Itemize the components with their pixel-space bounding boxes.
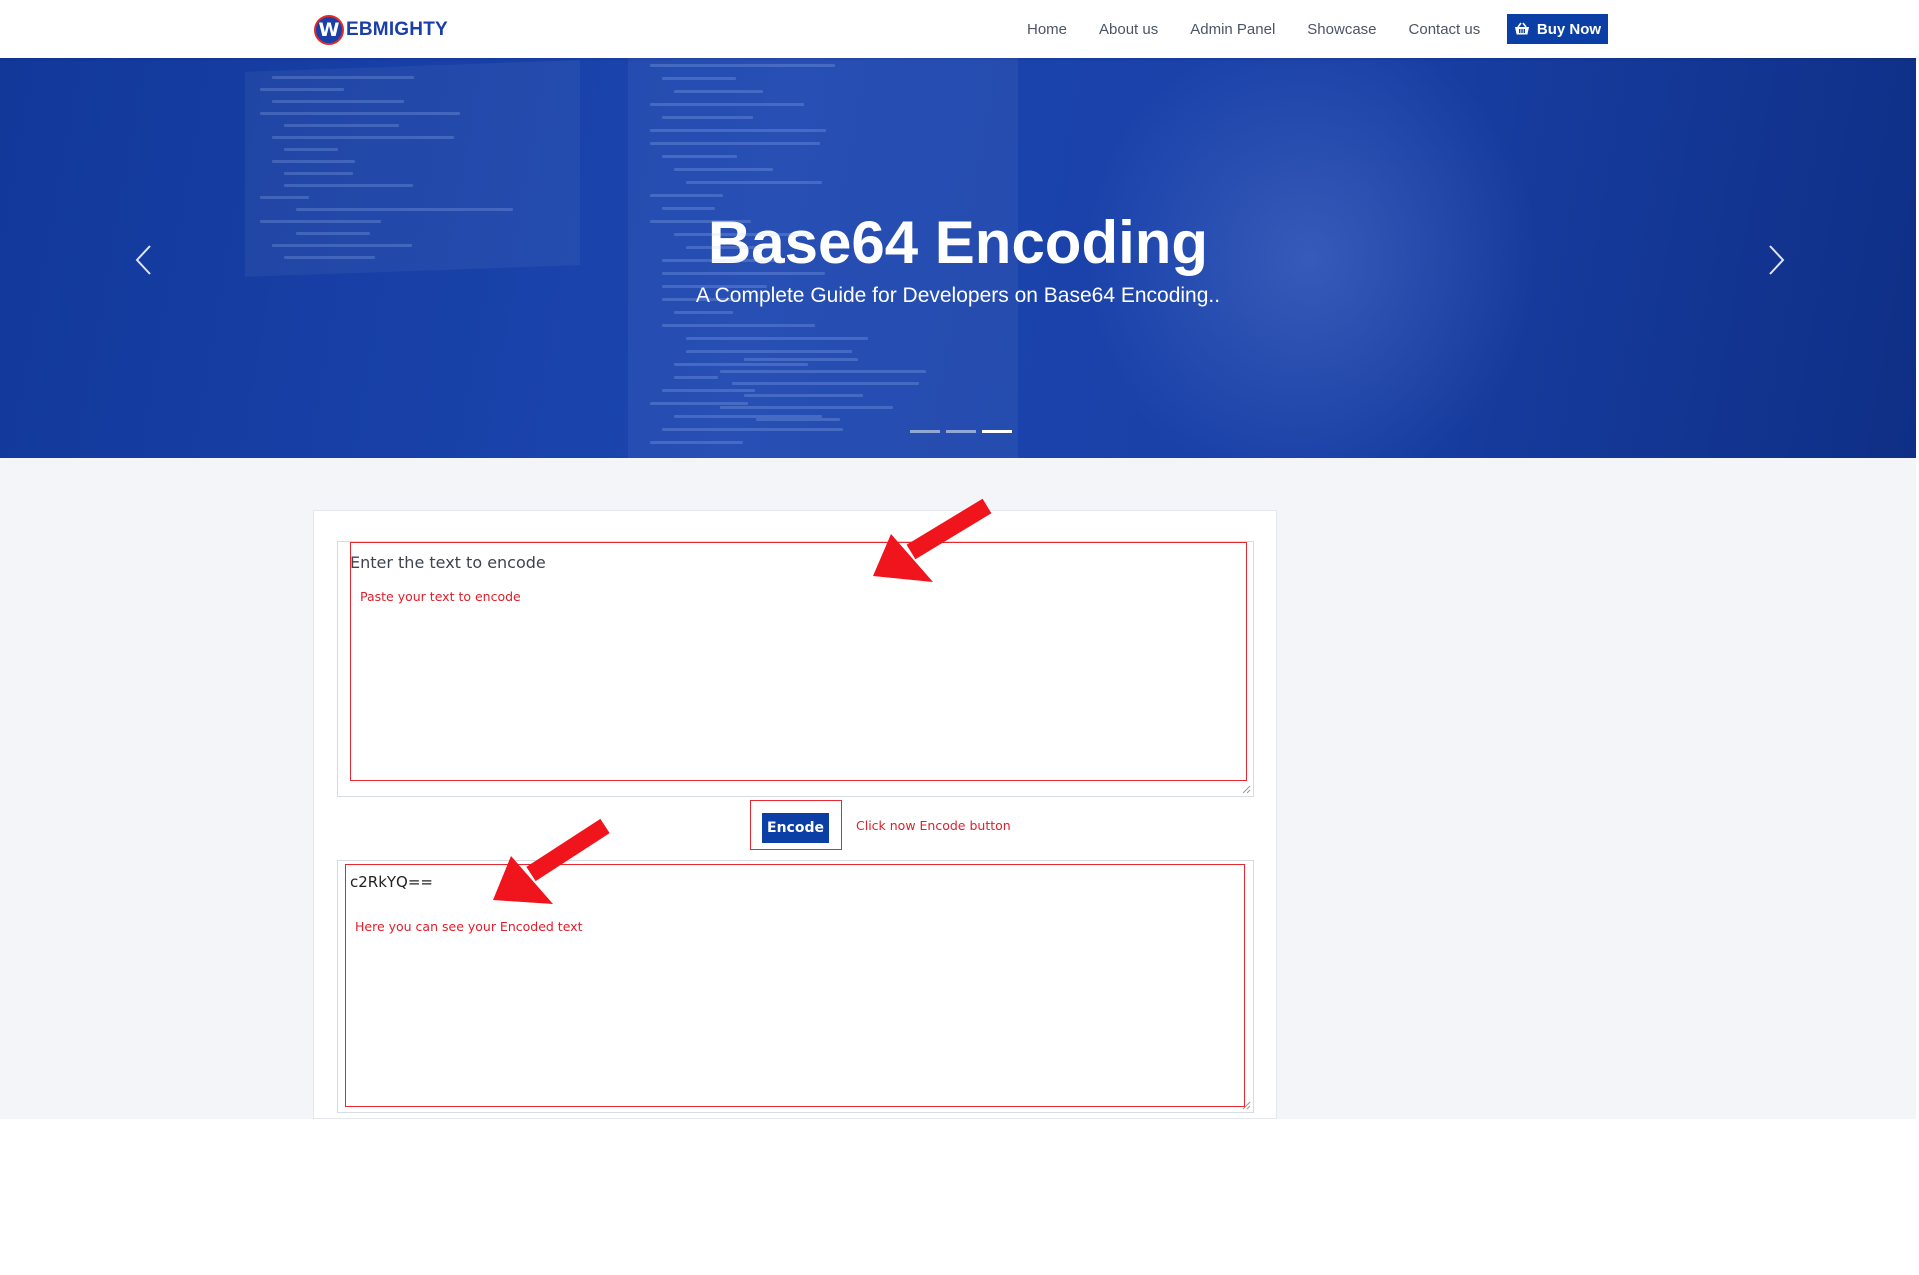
code-line [284,184,413,187]
code-line [260,112,460,115]
code-line [720,370,927,373]
code-line [662,155,737,158]
nav-links: Home About us Admin Panel Showcase Conta… [1027,14,1512,44]
code-line [756,418,841,421]
code-line [272,160,355,163]
brand-logo[interactable]: W EBMIGHTY [314,14,448,46]
code-line [674,90,763,93]
carousel-indicator-3[interactable] [982,430,1012,433]
code-line [662,116,754,119]
carousel-prev-button[interactable] [134,244,152,281]
code-line [296,208,513,211]
logo-text: EBMIGHTY [346,19,448,40]
carousel-next-button[interactable] [1768,244,1786,281]
code-line [674,233,810,236]
code-line [272,136,455,139]
chevron-left-icon [135,245,151,275]
input-textarea-wrapper [337,541,1254,797]
code-line [686,350,853,353]
code-line [732,382,919,385]
hero-subtitle: A Complete Guide for Developers on Base6… [695,284,1221,307]
code-line [284,172,353,175]
nav-contact-us[interactable]: Contact us [1409,21,1481,38]
red-arrow-icon [873,498,992,582]
code-line [650,103,804,106]
code-line [650,194,723,197]
encode-button[interactable]: Encode [762,813,829,843]
code-line [674,376,718,379]
nav-showcase[interactable]: Showcase [1307,21,1376,38]
output-textarea-wrapper: c2RkYQ== [337,860,1254,1113]
code-line [662,298,737,301]
code-line [272,76,415,79]
red-arrow-icon [493,818,610,904]
code-line [650,64,835,67]
code-line [662,389,755,392]
carousel-indicators [910,430,1012,433]
code-line [284,124,399,127]
code-line [662,77,737,80]
code-line [272,100,405,103]
resize-grip-icon[interactable] [1242,1101,1251,1110]
code-line [260,196,310,199]
chevron-right-icon [1769,245,1785,275]
nav-about-us[interactable]: About us [1099,21,1158,38]
nav-home[interactable]: Home [1027,21,1067,38]
code-line [650,142,820,145]
carousel-indicator-1[interactable] [910,430,940,433]
code-line [650,441,743,444]
code-line [650,129,827,132]
logo-mark-icon: W [314,15,344,45]
code-line [284,256,376,259]
code-line [650,220,751,223]
nav-admin-panel[interactable]: Admin Panel [1190,21,1275,38]
code-line [662,285,767,288]
buy-now-label: Buy Now [1536,20,1602,38]
code-line [674,363,809,366]
code-line [744,358,859,361]
code-line [662,324,815,327]
output-annotation: Here you can see your Encoded text [355,919,583,934]
basket-icon [1514,22,1529,35]
hero-title: Base64 Encoding [707,209,1209,276]
encode-annotation: Click now Encode button [856,818,1011,833]
code-line [744,394,863,397]
code-line [260,220,381,223]
code-line [686,337,869,340]
navbar: W EBMIGHTY Home About us Admin Panel Sho… [0,0,1919,58]
output-textarea[interactable]: c2RkYQ== [338,861,1253,1112]
code-line [662,428,843,431]
code-line [686,246,774,249]
code-line [686,181,822,184]
resize-grip-icon[interactable] [1242,785,1251,794]
code-line [674,168,774,171]
code-line [662,207,716,210]
code-line [296,232,371,235]
code-line [650,402,748,405]
code-line [662,272,826,275]
buy-now-button[interactable]: Buy Now [1507,14,1608,44]
hero-carousel: Base64 Encoding A Complete Guide for Dev… [0,58,1916,458]
code-line [272,244,413,247]
code-line [662,259,775,262]
code-line [284,148,338,151]
carousel-indicator-2[interactable] [946,430,976,433]
code-line [674,311,734,314]
code-line [260,88,345,91]
code-line [720,406,894,409]
input-textarea[interactable] [338,542,1253,796]
input-annotation: Paste your text to encode [360,589,521,604]
